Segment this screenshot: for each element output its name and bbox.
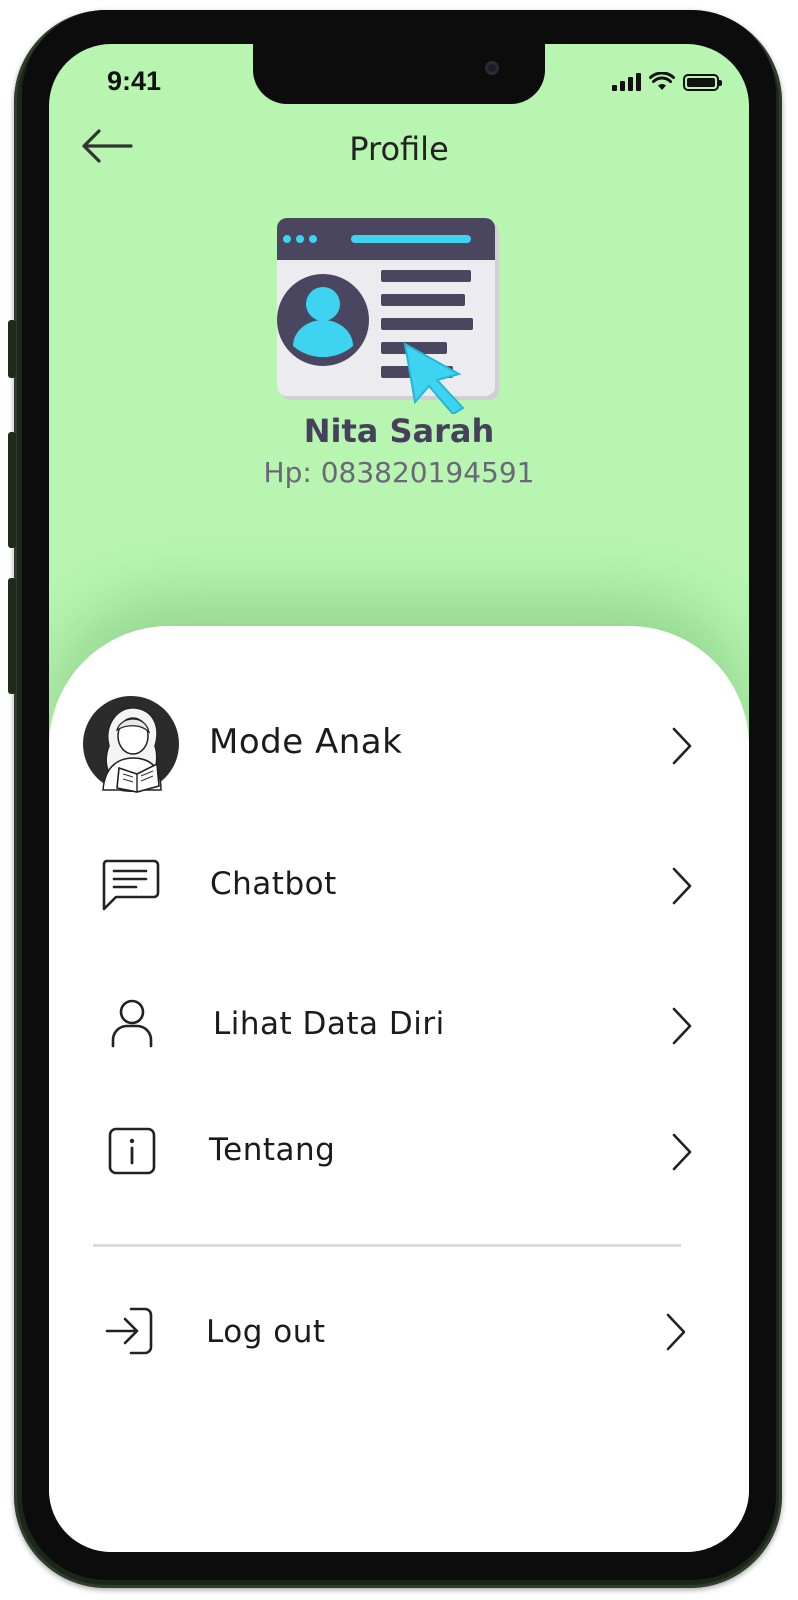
divider	[93, 1244, 681, 1247]
chevron-right-icon	[672, 1133, 692, 1171]
logout-button[interactable]: Log out	[49, 1280, 749, 1380]
user-name: Nita Sarah	[303, 412, 495, 450]
page-title: Profile	[349, 130, 449, 168]
menu-label: Mode Anak	[209, 722, 403, 762]
chevron-right-icon	[666, 1313, 686, 1351]
silent-switch	[8, 320, 16, 378]
profile-card-illustration	[277, 218, 499, 414]
logout-label: Log out	[206, 1314, 326, 1350]
chevron-right-icon	[672, 727, 692, 765]
camera-icon	[485, 61, 499, 75]
menu-label: Chatbot	[210, 866, 337, 902]
cellular-signal-icon	[612, 73, 641, 91]
user-phone: Hp: 083820194591	[263, 456, 535, 489]
person-icon	[109, 996, 155, 1050]
menu-item-tentang[interactable]: Tentang	[49, 1100, 749, 1200]
battery-icon	[683, 74, 722, 91]
notch	[253, 44, 545, 104]
wifi-icon	[649, 72, 675, 90]
status-icons	[612, 72, 722, 91]
chat-bubble-icon	[99, 854, 161, 916]
menu-item-mode-anak[interactable]: Mode Anak	[49, 694, 749, 794]
info-icon	[107, 1126, 157, 1176]
menu-item-chatbot[interactable]: Chatbot	[49, 834, 749, 934]
volume-down-button	[8, 578, 16, 694]
child-reading-avatar-icon	[81, 694, 181, 794]
chevron-right-icon	[672, 1007, 692, 1045]
volume-up-button	[8, 432, 16, 548]
menu-label: Tentang	[209, 1132, 336, 1168]
logout-icon	[103, 1306, 155, 1356]
menu-item-lihat-data-diri[interactable]: Lihat Data Diri	[49, 974, 749, 1074]
chevron-right-icon	[672, 867, 692, 905]
status-time: 9:41	[107, 66, 162, 96]
menu-label: Lihat Data Diri	[213, 1006, 445, 1042]
app-screen: 9:41 Profile Nita Sarah Hp: 083820194591…	[49, 44, 749, 1552]
